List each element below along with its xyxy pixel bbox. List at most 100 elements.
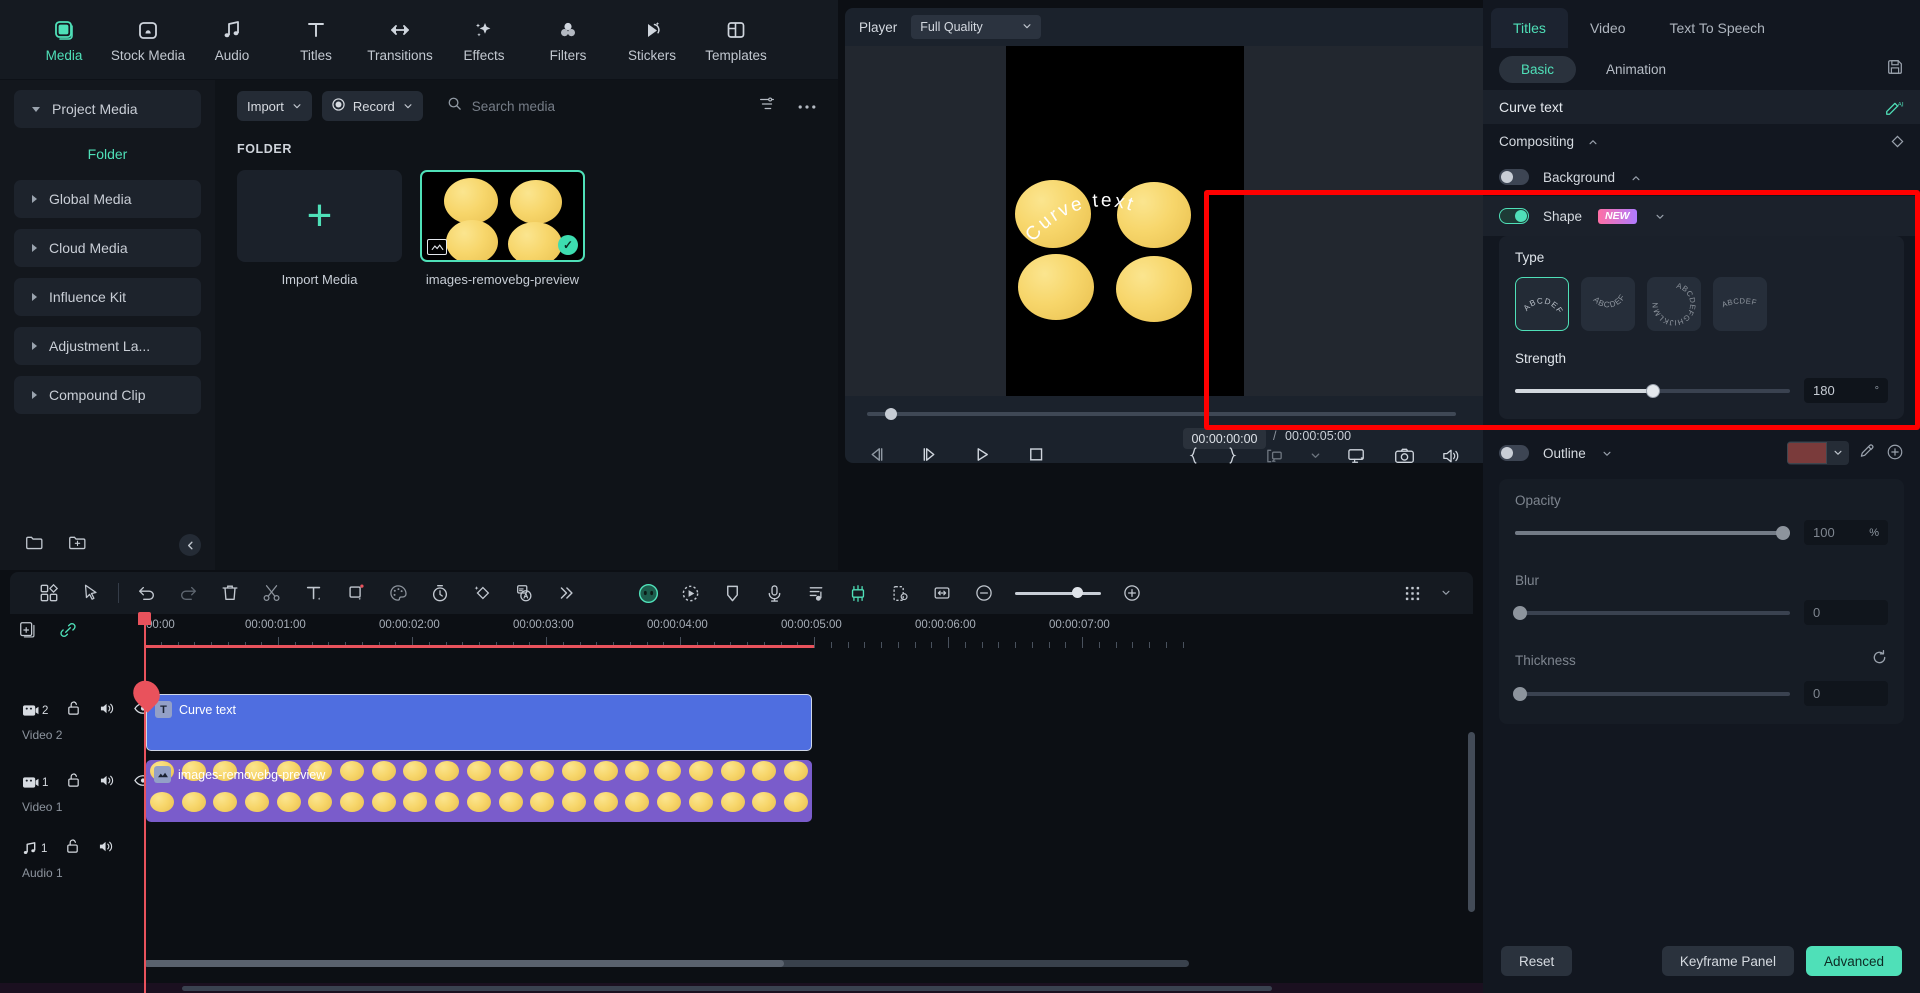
zoom-in-icon[interactable]	[1111, 572, 1153, 614]
scrollbar-thumb[interactable]	[144, 960, 784, 967]
outline-color-picker[interactable]	[1787, 441, 1849, 465]
opacity-slider-handle[interactable]	[1776, 526, 1790, 540]
more-options-icon[interactable]	[798, 97, 816, 115]
sidebar-item-cloud-media[interactable]: Cloud Media	[14, 229, 201, 267]
lock-track-icon[interactable]	[66, 772, 81, 793]
snapshot-camera-icon[interactable]	[1394, 447, 1415, 465]
display-settings-icon[interactable]	[1347, 447, 1368, 465]
blur-slider-track[interactable]	[1515, 611, 1790, 615]
reset-button[interactable]: Reset	[1501, 946, 1572, 976]
mute-track-icon[interactable]	[99, 773, 116, 793]
compositing-row[interactable]: Compositing	[1483, 124, 1920, 158]
reset-thickness-icon[interactable]	[1871, 649, 1888, 671]
timeline-zoom-handle[interactable]	[1072, 587, 1083, 598]
play-icon[interactable]	[973, 446, 992, 463]
delete-icon[interactable]	[209, 572, 251, 614]
advanced-button[interactable]: Advanced	[1806, 946, 1902, 976]
previous-frame-icon[interactable]	[867, 446, 886, 463]
mute-track-icon[interactable]	[98, 839, 115, 859]
nav-item-templates[interactable]: Templates	[694, 7, 778, 73]
thickness-slider-track[interactable]	[1515, 692, 1790, 696]
shape-type-wave[interactable]: ABCDEFGH	[1713, 277, 1767, 331]
caret-up-icon[interactable]	[1631, 170, 1641, 185]
nav-item-transitions[interactable]: Transitions	[358, 7, 442, 73]
selection-tool-icon[interactable]	[70, 572, 112, 614]
subtab-basic[interactable]: Basic	[1499, 56, 1576, 83]
nav-item-audio[interactable]: Audio	[190, 7, 274, 73]
timeline-ruler[interactable]: 00:00 00:00:01:00 00:00:02:00 00:00:03:0…	[144, 614, 1189, 648]
background-row[interactable]: Background	[1483, 158, 1920, 196]
tab-video[interactable]: Video	[1568, 8, 1648, 48]
link-clips-icon[interactable]	[58, 620, 78, 645]
bottom-scrollbar[interactable]	[182, 986, 1272, 991]
preview-canvas[interactable]: Curve text	[1006, 46, 1244, 396]
shape-type-circle[interactable]: ABCDEFGHIJKLMN	[1647, 277, 1701, 331]
filter-icon[interactable]	[758, 95, 776, 118]
blur-value-field[interactable]: 0	[1804, 600, 1888, 625]
mark-in-icon[interactable]	[1187, 446, 1200, 465]
nav-item-filters[interactable]: Filters	[526, 7, 610, 73]
blur-slider-handle[interactable]	[1513, 606, 1527, 620]
seek-handle[interactable]	[885, 408, 897, 420]
import-media-dropzone[interactable]: +	[237, 170, 402, 262]
step-forward-icon[interactable]	[920, 446, 939, 463]
nav-item-media[interactable]: Media	[22, 7, 106, 73]
playhead-flag[interactable]	[138, 612, 151, 625]
opacity-slider-track[interactable]	[1515, 531, 1790, 535]
keyframe-diamond-icon[interactable]	[1891, 135, 1904, 148]
undo-icon[interactable]	[125, 572, 167, 614]
chevron-down-icon[interactable]	[1310, 450, 1321, 461]
search-media-field[interactable]: Search media	[447, 96, 555, 116]
mute-track-icon[interactable]	[99, 701, 116, 721]
tab-titles[interactable]: Titles	[1491, 8, 1568, 48]
motion-tracking-icon[interactable]	[669, 572, 711, 614]
track-view-options-icon[interactable]	[1391, 572, 1433, 614]
collapse-sidebar-button[interactable]	[179, 534, 201, 556]
background-toggle[interactable]	[1499, 169, 1529, 185]
playback-seek-bar[interactable]	[867, 412, 1456, 416]
timeline-zoom-slider[interactable]	[1015, 592, 1101, 595]
sidebar-item-folder[interactable]: Folder	[14, 139, 201, 169]
add-color-icon[interactable]	[1886, 443, 1904, 464]
zoom-out-icon[interactable]	[963, 572, 1005, 614]
playhead-line[interactable]	[144, 614, 146, 993]
volume-icon[interactable]	[1441, 447, 1462, 465]
thickness-slider-handle[interactable]	[1513, 687, 1527, 701]
eyedropper-icon[interactable]	[1859, 443, 1876, 463]
green-screen-icon[interactable]	[837, 572, 879, 614]
color-palette-icon[interactable]	[377, 572, 419, 614]
more-tools-icon[interactable]	[545, 572, 587, 614]
sticker-track-icon[interactable]	[879, 572, 921, 614]
shape-type-arc-up[interactable]: ABCDEFG	[1515, 277, 1569, 331]
timeline-clip-image[interactable]: images-removebg-preview	[146, 760, 812, 822]
media-asset-tile[interactable]: ✓ images-removebg-preview	[420, 170, 585, 287]
thickness-value-field[interactable]: 0	[1804, 681, 1888, 706]
record-button[interactable]: Record	[322, 91, 423, 121]
import-button[interactable]: Import	[237, 91, 312, 121]
shape-toggle[interactable]	[1499, 208, 1529, 224]
marker-icon[interactable]	[711, 572, 753, 614]
chevron-down-icon[interactable]	[1827, 441, 1849, 465]
speed-timer-icon[interactable]	[419, 572, 461, 614]
sidebar-item-influence-kit[interactable]: Influence Kit	[14, 278, 201, 316]
quality-select[interactable]: Full Quality	[911, 15, 1041, 39]
stop-icon[interactable]	[1026, 446, 1045, 463]
fit-to-screen-icon[interactable]	[921, 572, 963, 614]
timeline-horizontal-scrollbar[interactable]	[144, 960, 1189, 969]
tab-text-to-speech[interactable]: Text To Speech	[1648, 8, 1787, 48]
opacity-value-field[interactable]: 100 %	[1804, 520, 1888, 545]
nav-item-titles[interactable]: Titles	[274, 7, 358, 73]
outline-toggle[interactable]	[1499, 445, 1529, 461]
chevron-down-icon[interactable]	[1602, 446, 1612, 461]
outline-row[interactable]: Outline	[1483, 427, 1920, 479]
timeline-clip-curve-text[interactable]: T Curve text	[146, 694, 812, 751]
add-track-icon[interactable]	[18, 620, 38, 645]
shape-type-arc-down[interactable]: ABCDEFG	[1581, 277, 1635, 331]
caret-up-icon[interactable]	[1588, 134, 1598, 149]
add-text-icon[interactable]	[293, 572, 335, 614]
timeline-vertical-scrollbar[interactable]	[1468, 732, 1475, 912]
lock-track-icon[interactable]	[65, 838, 80, 859]
chevron-down-icon[interactable]	[1441, 584, 1451, 602]
mark-out-icon[interactable]	[1226, 446, 1239, 465]
insert-to-timeline-icon[interactable]	[1265, 447, 1284, 465]
